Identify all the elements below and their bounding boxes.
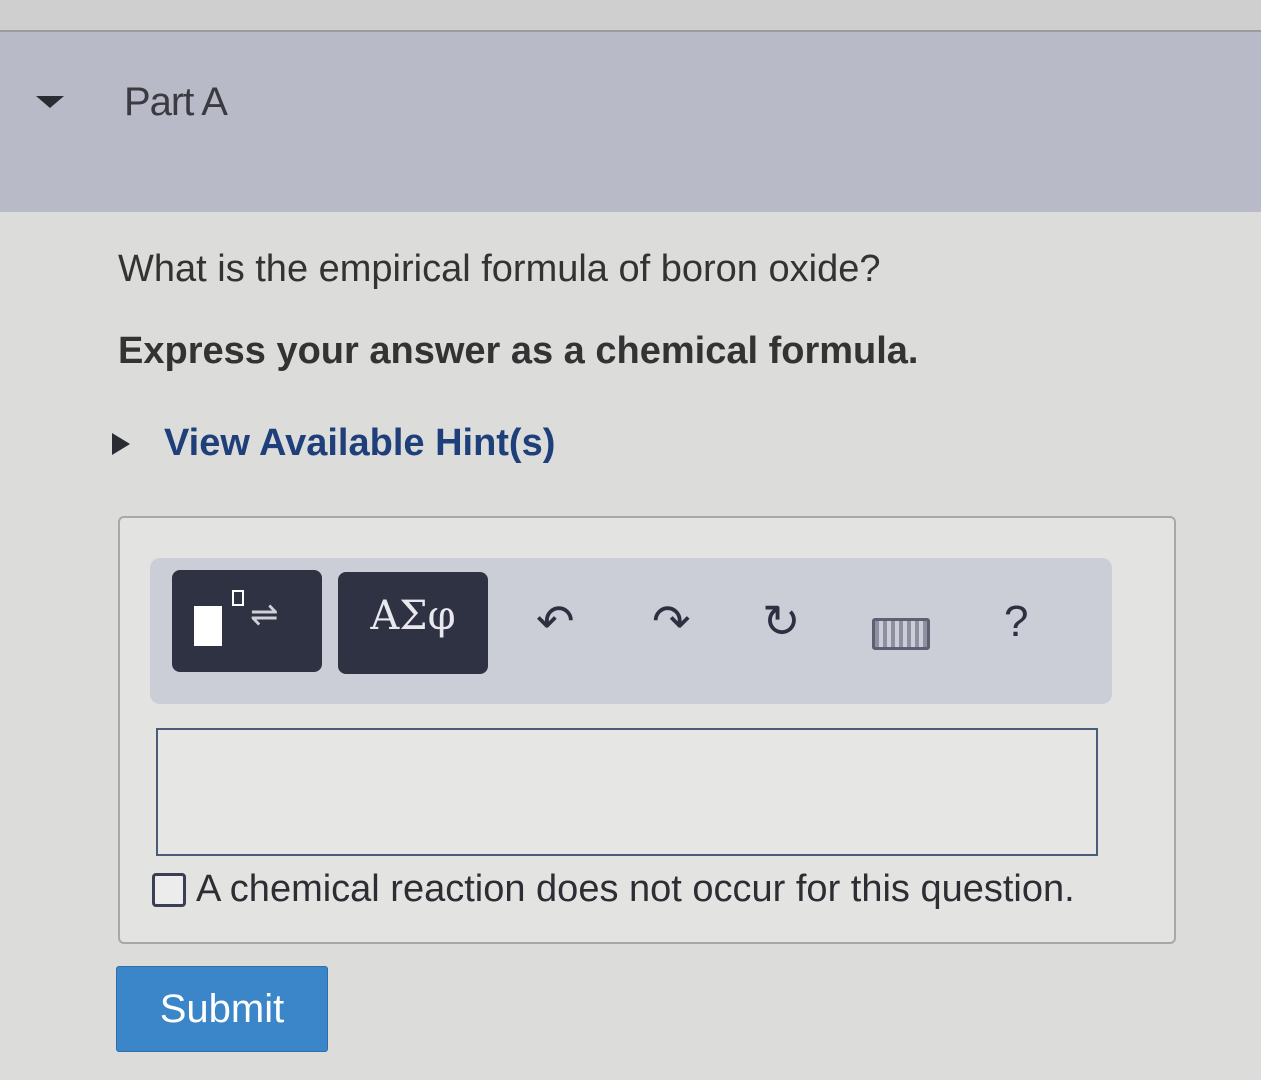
part-title: Part A — [124, 80, 228, 124]
caret-down-icon[interactable] — [36, 96, 64, 108]
undo-icon[interactable]: ↶ — [536, 598, 575, 644]
no-reaction-option[interactable]: A chemical reaction does not occur for t… — [152, 868, 1075, 911]
view-hints-link[interactable]: View Available Hint(s) — [112, 422, 555, 465]
redo-icon[interactable]: ↷ — [652, 598, 691, 644]
no-reaction-checkbox[interactable] — [152, 872, 186, 907]
answer-input[interactable] — [156, 728, 1098, 856]
template-superscript-icon — [232, 590, 244, 606]
answer-instruction: Express your answer as a chemical formul… — [118, 330, 919, 372]
template-box-icon — [194, 606, 222, 646]
help-icon[interactable]: ? — [1004, 600, 1028, 644]
equilibrium-arrows-icon: ⇌ — [250, 596, 279, 634]
question-text: What is the empirical formula of boron o… — [118, 248, 881, 290]
greek-symbols-label: ΑΣφ — [370, 593, 456, 639]
no-reaction-label: A chemical reaction does not occur for t… — [196, 868, 1075, 910]
submit-button[interactable]: Submit — [116, 966, 328, 1052]
reset-icon[interactable]: ↻ — [762, 598, 801, 644]
top-strip — [0, 0, 1261, 32]
keyboard-icon[interactable] — [872, 618, 930, 650]
view-hints-label: View Available Hint(s) — [164, 422, 556, 464]
caret-right-icon — [112, 432, 130, 455]
